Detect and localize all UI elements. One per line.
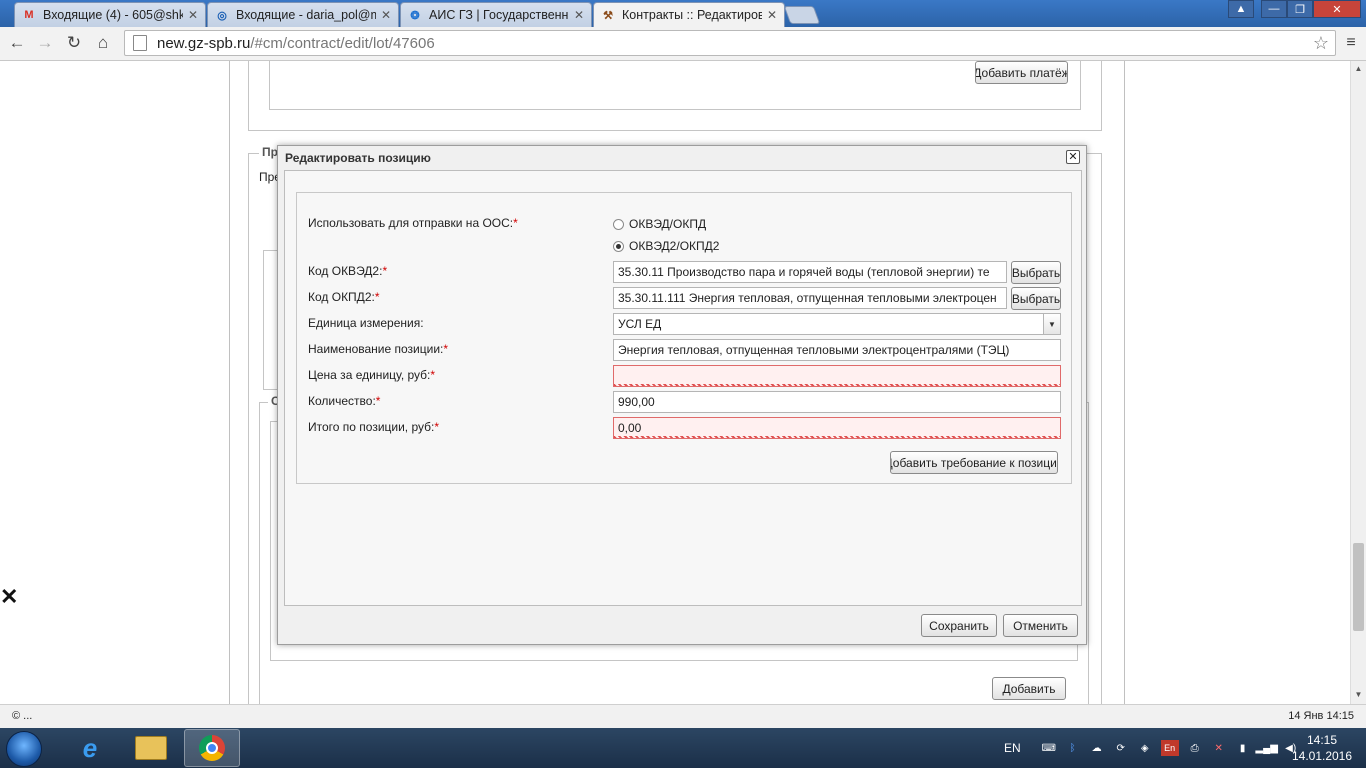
tab-ais-gz[interactable]: ❂ АИС ГЗ | Государственны ✕ — [400, 2, 592, 27]
cancel-button[interactable]: Отменить — [1003, 614, 1078, 637]
tab-label: АИС ГЗ | Государственны — [429, 8, 569, 22]
clock-date: 14.01.2016 — [1291, 749, 1353, 763]
gmail-icon: M — [24, 9, 34, 21]
address-bar[interactable]: new.gz-spb.ru/#cm/contract/edit/lot/4760… — [124, 30, 1336, 56]
radio-button[interactable] — [613, 240, 624, 252]
new-tab-button[interactable] — [783, 6, 821, 24]
tab-mail-ru[interactable]: ◎ Входящие - daria_pol@m ✕ — [207, 2, 399, 27]
add-payment-button[interactable]: Добавить платёж — [975, 61, 1068, 84]
save-button[interactable]: Сохранить — [921, 614, 997, 637]
window-close-button[interactable]: ✕ — [1313, 0, 1361, 18]
payments-inner: Добавить платёж — [269, 61, 1081, 110]
mail-ru-icon: ◎ — [217, 9, 227, 22]
radio-label: ОКВЭД/ОКПД — [629, 217, 707, 231]
minimize-button[interactable]: — — [1261, 0, 1287, 18]
chevron-down-icon[interactable]: ▼ — [1043, 314, 1060, 334]
scroll-thumb[interactable] — [1353, 543, 1364, 631]
close-icon[interactable]: ✕ — [1066, 150, 1080, 164]
chrome-icon[interactable] — [184, 729, 240, 767]
start-button[interactable] — [6, 731, 42, 767]
tools-icon: ⚒ — [603, 9, 613, 22]
browser-toolbar: ← → ↻ ⌂ new.gz-spb.ru/#cm/contract/edit/… — [0, 27, 1366, 61]
radio-button[interactable] — [613, 218, 624, 230]
status-right: 14 Янв 14:15 — [1288, 710, 1354, 722]
system-clock[interactable]: 14:15 14.01.2016 — [1290, 732, 1354, 764]
radio-label: ОКВЭД2/ОКПД2 — [629, 239, 720, 253]
status-bar: © ... 14 Янв 14:15 — [0, 704, 1366, 728]
close-icon[interactable]: ✕ — [573, 8, 585, 22]
close-icon[interactable]: ✕ — [0, 586, 18, 608]
cloud-icon[interactable]: ☁ — [1089, 740, 1105, 756]
edit-position-dialog: Редактировать позицию ✕ Использовать для… — [277, 145, 1087, 645]
keyboard-icon[interactable]: ⌨ — [1041, 740, 1057, 756]
name-label: Наименование позиции:* — [308, 342, 449, 356]
network-error-icon[interactable]: ✕ — [1211, 740, 1227, 756]
windows-taskbar: e EN ⌨ ᛒ ☁ ⟳ ◈ En ⎙ ✕ ▮ ▂▄▆ ◀) 14:15 14.… — [0, 728, 1366, 768]
price-input[interactable] — [613, 365, 1061, 387]
url-host: new.gz-spb.ru — [157, 34, 251, 52]
sync-icon[interactable]: ⟳ — [1113, 740, 1129, 756]
total-label: Итого по позиции, руб:* — [308, 420, 440, 434]
printer-icon[interactable]: ⎙ — [1187, 740, 1203, 756]
forward-arrow-icon[interactable]: → — [34, 32, 56, 54]
close-icon[interactable]: ✕ — [380, 8, 392, 22]
radio-okved2-okpd2[interactable]: ОКВЭД2/ОКПД2 — [613, 239, 719, 253]
oos-label: Использовать для отправки на ООС:* — [308, 216, 518, 230]
tray-app-icon[interactable]: ◈ — [1137, 740, 1153, 756]
close-icon[interactable]: ✕ — [766, 8, 778, 22]
bookmark-star-icon[interactable]: ☆ — [1313, 33, 1329, 54]
user-icon[interactable]: ▲ — [1228, 0, 1254, 18]
position-name-input[interactable]: Энергия тепловая, отпущенная тепловыми э… — [613, 339, 1061, 361]
position-form: Использовать для отправки на ООС:* ОКВЭД… — [296, 192, 1072, 484]
system-tray: EN ⌨ ᛒ ☁ ⟳ ◈ En ⎙ ✕ ▮ ▂▄▆ ◀) — [1004, 728, 1307, 768]
payments-fieldset: Добавить платёж — [248, 61, 1102, 131]
language-indicator[interactable]: EN — [1004, 741, 1021, 755]
battery-icon[interactable]: ▮ — [1235, 740, 1251, 756]
okpd2-select-button[interactable]: Выбрать — [1011, 287, 1061, 310]
close-icon[interactable]: ✕ — [187, 8, 199, 22]
tab-label: Входящие - daria_pol@m — [236, 8, 376, 22]
status-left: © ... — [12, 710, 33, 722]
dialog-title: Редактировать позицию — [285, 151, 431, 165]
menu-icon[interactable]: ≡ — [1340, 32, 1362, 54]
okved2-input[interactable]: 35.30.11 Производство пара и горячей вод… — [613, 261, 1007, 283]
okved2-select-button[interactable]: Выбрать — [1011, 261, 1061, 284]
add-requirement-button[interactable]: Добавить требование к позиции — [890, 451, 1058, 474]
page-icon — [133, 35, 147, 51]
reload-icon[interactable]: ↻ — [63, 32, 85, 54]
left-panel: ✕ — [0, 61, 229, 704]
tab-gmail[interactable]: M Входящие (4) - 605@shko ✕ — [14, 2, 206, 27]
radio-okved-okpd[interactable]: ОКВЭД/ОКПД — [613, 217, 706, 231]
unit-label: Единица измерения: — [308, 316, 424, 330]
quantity-input[interactable]: 990,00 — [613, 391, 1061, 413]
dialog-body: Использовать для отправки на ООС:* ОКВЭД… — [284, 170, 1082, 606]
maximize-button[interactable]: ❐ — [1287, 0, 1313, 18]
browser-tab-strip: M Входящие (4) - 605@shko ✕ ◎ Входящие -… — [0, 0, 1366, 27]
tab-contracts[interactable]: ⚒ Контракты :: Редактирова ✕ — [593, 2, 785, 27]
ais-gz-icon: ❂ — [410, 9, 420, 22]
punto-switcher-icon[interactable]: En — [1160, 740, 1179, 756]
okpd2-input[interactable]: 35.30.11.111 Энергия тепловая, отпущенна… — [613, 287, 1007, 309]
unit-select[interactable]: УСЛ ЕД ▼ — [613, 313, 1061, 335]
unit-value: УСЛ ЕД — [618, 317, 662, 331]
scroll-down-icon[interactable]: ▼ — [1351, 687, 1366, 702]
total-input[interactable]: 0,00 — [613, 417, 1061, 439]
price-label: Цена за единицу, руб:* — [308, 368, 436, 382]
quantity-label: Количество:* — [308, 394, 381, 408]
home-icon[interactable]: ⌂ — [92, 32, 114, 54]
internet-explorer-icon[interactable]: e — [62, 729, 118, 767]
bluetooth-icon[interactable]: ᛒ — [1065, 740, 1081, 756]
back-arrow-icon[interactable]: ← — [6, 32, 28, 54]
url-path: /#cm/contract/edit/lot/47606 — [250, 34, 435, 52]
okved2-label: Код ОКВЭД2:* — [308, 264, 388, 278]
clock-time: 14:15 — [1306, 733, 1338, 747]
add-button[interactable]: Добавить — [992, 677, 1066, 700]
scroll-up-icon[interactable]: ▲ — [1351, 61, 1366, 76]
signal-icon[interactable]: ▂▄▆ — [1255, 740, 1277, 756]
tab-label: Входящие (4) - 605@shko — [43, 8, 183, 22]
page-scrollbar[interactable]: ▲ ▼ — [1350, 61, 1366, 704]
file-explorer-icon[interactable] — [123, 729, 179, 767]
tab-label: Контракты :: Редактирова — [622, 8, 762, 22]
okpd2-label: Код ОКПД2:* — [308, 290, 380, 304]
